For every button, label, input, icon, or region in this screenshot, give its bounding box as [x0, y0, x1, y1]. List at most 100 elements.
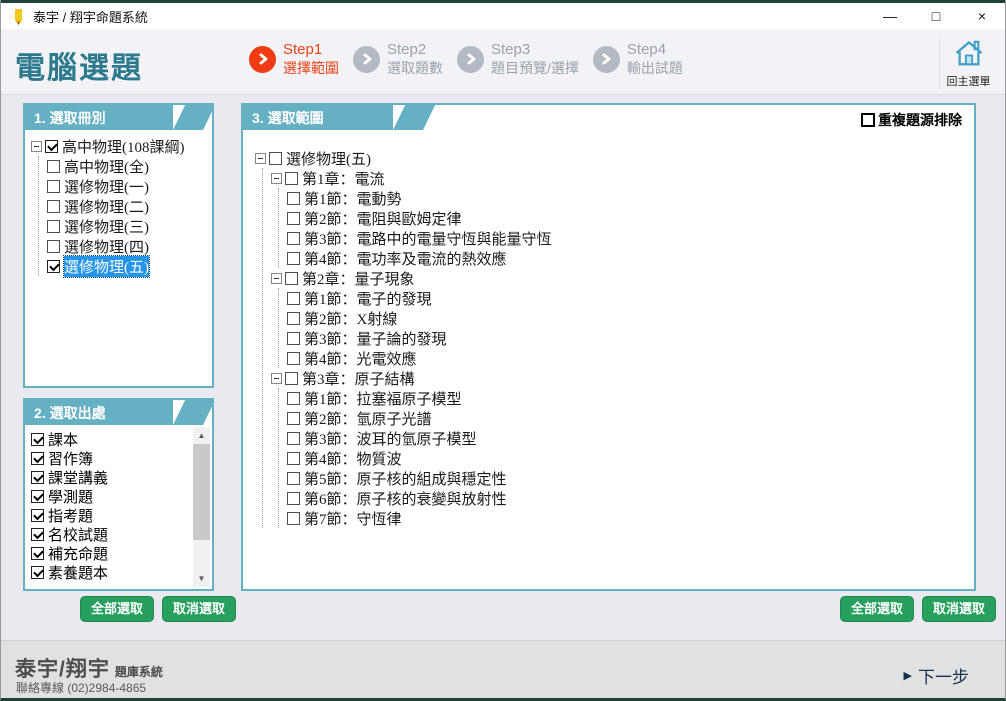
source-label-6[interactable]: 補充命題 — [48, 543, 108, 564]
source-label-7[interactable]: 素養題本 — [48, 562, 108, 583]
close-button[interactable]: × — [959, 3, 1005, 29]
list-item: 課堂講義 — [31, 468, 212, 487]
book-label-4[interactable]: 選修物理(四) — [64, 236, 149, 257]
select-all-sources-button[interactable]: 全部選取 — [80, 596, 154, 622]
checkbox-ch1-s4[interactable] — [287, 252, 300, 265]
collapse-icon[interactable] — [31, 141, 42, 152]
source-label-3[interactable]: 學測題 — [48, 486, 93, 507]
checkbox-ch3-s2[interactable] — [287, 412, 300, 425]
checkbox-ch1-s3[interactable] — [287, 232, 300, 245]
book-label-5-selected[interactable]: 選修物理(五) — [64, 256, 149, 277]
source-label-2[interactable]: 課堂講義 — [48, 467, 108, 488]
checkbox-book-2[interactable] — [47, 200, 60, 213]
collapse-icon[interactable] — [271, 373, 282, 384]
ch2-section3-label[interactable]: 第3節：量子論的發現 — [304, 328, 447, 349]
tab-step4[interactable]: Step4 輸出試題 — [593, 41, 683, 77]
checkbox-book-4[interactable] — [47, 240, 60, 253]
source-label-4[interactable]: 指考題 — [48, 505, 93, 526]
ch1-section3-label[interactable]: 第3節：電路中的電量守恆與能量守恆 — [304, 228, 552, 249]
book-label-2[interactable]: 選修物理(二) — [64, 196, 149, 217]
source-label-5[interactable]: 名校試題 — [48, 524, 108, 545]
tree-row: 第1節：電動勢 — [287, 188, 974, 208]
collapse-icon[interactable] — [271, 173, 282, 184]
maximize-button[interactable]: □ — [913, 3, 959, 29]
ch1-section4-label[interactable]: 第4節：電功率及電流的熱效應 — [304, 248, 507, 269]
checkbox-source-1[interactable] — [31, 452, 44, 465]
checkbox-ch2-s2[interactable] — [287, 312, 300, 325]
book-label-0[interactable]: 高中物理(全) — [64, 156, 149, 177]
checkbox-ch3-s7[interactable] — [287, 512, 300, 525]
book-root-label[interactable]: 高中物理(108課綱) — [62, 136, 185, 157]
step2-label: 選取題數 — [387, 60, 443, 78]
checkbox-ch1[interactable] — [285, 172, 298, 185]
checkbox-source-6[interactable] — [31, 547, 44, 560]
book-label-1[interactable]: 選修物理(一) — [64, 176, 149, 197]
minimize-button[interactable]: — — [867, 3, 913, 29]
checkbox-source-7[interactable] — [31, 566, 44, 579]
ch3-section3-label[interactable]: 第3節：波耳的氫原子模型 — [304, 428, 477, 449]
panel2-header: 2. 選取出處 — [25, 400, 212, 425]
deselect-all-sources-button[interactable]: 取消選取 — [162, 596, 236, 622]
ch2-section1-label[interactable]: 第1節：電子的發現 — [304, 288, 432, 309]
chapter2-label[interactable]: 第2章：量子現象 — [302, 268, 415, 289]
tree-row: 高中物理(108課綱) — [31, 136, 208, 156]
ch1-section2-label[interactable]: 第2節：電阻與歐姆定律 — [304, 208, 462, 229]
checkbox-source-5[interactable] — [31, 528, 44, 541]
range-root-label[interactable]: 選修物理(五) — [286, 148, 371, 169]
checkbox-book-5[interactable] — [47, 260, 60, 273]
checkbox-ch3-s1[interactable] — [287, 392, 300, 405]
chapter3-label[interactable]: 第3章：原子結構 — [302, 368, 415, 389]
ch3-section7-label[interactable]: 第7節：守恆律 — [304, 508, 402, 529]
checkbox-ch3-s4[interactable] — [287, 452, 300, 465]
list-item: 課本 — [31, 430, 212, 449]
checkbox-range-root[interactable] — [269, 152, 282, 165]
book-label-3[interactable]: 選修物理(三) — [64, 216, 149, 237]
home-button[interactable]: 回主選單 — [939, 35, 997, 90]
checkbox-book-root[interactable] — [45, 140, 58, 153]
chapter1-label[interactable]: 第1章：電流 — [302, 168, 385, 189]
checkbox-book-1[interactable] — [47, 180, 60, 193]
checkbox-source-2[interactable] — [31, 471, 44, 484]
ch3-section5-label[interactable]: 第5節：原子核的組成與穩定性 — [304, 468, 507, 489]
next-arrow-icon: ▶ — [904, 669, 912, 682]
tab-step2[interactable]: Step2 選取題數 — [353, 41, 443, 77]
checkbox-ch3-s3[interactable] — [287, 432, 300, 445]
ch2-section4-label[interactable]: 第4節：光電效應 — [304, 348, 417, 369]
scroll-down-icon[interactable]: ▼ — [193, 570, 210, 587]
select-all-range-button[interactable]: 全部選取 — [840, 596, 914, 622]
ch3-section4-label[interactable]: 第4節：物質波 — [304, 448, 402, 469]
checkbox-ch3-s5[interactable] — [287, 472, 300, 485]
checkbox-source-0[interactable] — [31, 433, 44, 446]
tab-step3[interactable]: Step3 題目預覽/選擇 — [457, 41, 579, 77]
checkbox-ch2-s3[interactable] — [287, 332, 300, 345]
scroll-up-icon[interactable]: ▲ — [193, 427, 210, 444]
ch2-section2-label[interactable]: 第2節：X射線 — [304, 308, 397, 329]
checkbox-ch2[interactable] — [285, 272, 298, 285]
source-label-0[interactable]: 課本 — [48, 429, 78, 450]
checkbox-source-3[interactable] — [31, 490, 44, 503]
checkbox-ch2-s1[interactable] — [287, 292, 300, 305]
checkbox-book-3[interactable] — [47, 220, 60, 233]
checkbox-ch1-s1[interactable] — [287, 192, 300, 205]
ch3-section2-label[interactable]: 第2節：氫原子光譜 — [304, 408, 432, 429]
ch3-section6-label[interactable]: 第6節：原子核的衰變與放射性 — [304, 488, 507, 509]
ch3-section1-label[interactable]: 第1節：拉塞福原子模型 — [304, 388, 462, 409]
deselect-all-range-button[interactable]: 取消選取 — [922, 596, 996, 622]
scrollbar[interactable]: ▲ ▼ — [193, 427, 210, 587]
checkbox-book-0[interactable] — [47, 160, 60, 173]
scrollbar-thumb[interactable] — [193, 444, 210, 540]
checkbox-ch1-s2[interactable] — [287, 212, 300, 225]
next-step-button[interactable]: ▶ 下一步 — [904, 663, 969, 688]
checkbox-dedupe[interactable] — [861, 113, 875, 127]
panel2-buttons: 全部選取 取消選取 — [80, 596, 236, 622]
checkbox-source-4[interactable] — [31, 509, 44, 522]
tab-step1[interactable]: Step1 選擇範圍 — [249, 41, 339, 77]
step2-arrow-icon — [353, 46, 380, 73]
collapse-icon[interactable] — [271, 273, 282, 284]
ch1-section1-label[interactable]: 第1節：電動勢 — [304, 188, 402, 209]
checkbox-ch3-s6[interactable] — [287, 492, 300, 505]
checkbox-ch3[interactable] — [285, 372, 298, 385]
checkbox-ch2-s4[interactable] — [287, 352, 300, 365]
source-label-1[interactable]: 習作簿 — [48, 448, 93, 469]
collapse-icon[interactable] — [255, 153, 266, 164]
